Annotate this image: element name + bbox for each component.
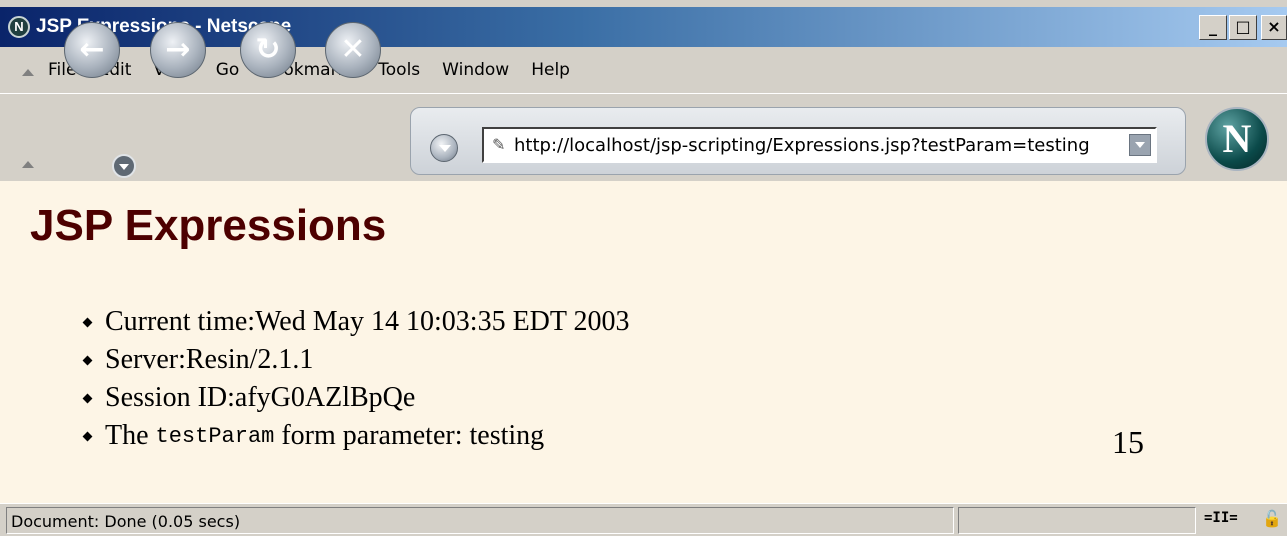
bullet-icon: [82, 393, 93, 403]
address-field[interactable]: ✎ http://localhost/jsp-scripting/Express…: [482, 127, 1157, 163]
item-label: Session ID:: [105, 382, 235, 413]
list-item: Server: Resin/2.1.1: [82, 341, 630, 379]
bullet-icon: [82, 317, 93, 327]
forward-button[interactable]: →: [150, 22, 206, 78]
item-code: testParam: [155, 423, 275, 449]
menu-window[interactable]: Window: [442, 60, 509, 80]
stop-button[interactable]: ✕: [325, 22, 381, 78]
page-proxy-icon[interactable]: ✎: [492, 135, 505, 154]
bullet-icon: [82, 431, 93, 441]
item-value: Resin/2.1.1: [185, 344, 314, 375]
menu-items: File Edit View Go Bookmarks Tools Window…: [48, 60, 570, 80]
status-pane: [958, 507, 1196, 534]
menu-go[interactable]: Go: [216, 60, 240, 80]
list-item: Session ID: afyG0AZlBpQe: [82, 379, 630, 417]
back-button[interactable]: ←: [64, 22, 120, 78]
menubar-grip-icon[interactable]: [22, 69, 34, 76]
back-arrow-icon: ←: [79, 32, 105, 67]
netscape-app-icon: N: [8, 16, 30, 38]
item-label: The: [105, 420, 156, 451]
reload-button[interactable]: ↻: [240, 22, 296, 78]
maximize-button[interactable]: □: [1229, 15, 1257, 40]
status-text: Document: Done (0.05 secs): [6, 507, 954, 534]
status-bar: Document: Done (0.05 secs) =II= 🔓: [0, 503, 1287, 536]
toolbar-grip-icon[interactable]: [22, 161, 34, 168]
close-button[interactable]: ×: [1261, 15, 1287, 40]
item-suffix: form parameter:: [274, 420, 470, 451]
bullet-icon: [82, 355, 93, 365]
connection-icon[interactable]: =II=: [1204, 510, 1256, 530]
browser-window: N JSP Expressions - Netscape _ □ × File …: [0, 0, 1287, 536]
address-dropdown-icon[interactable]: [1129, 134, 1151, 156]
page-heading: JSP Expressions: [30, 201, 387, 250]
item-value: testing: [469, 420, 545, 451]
item-value: Wed May 14 10:03:35 EDT 2003: [255, 306, 630, 337]
menu-help[interactable]: Help: [531, 60, 570, 80]
netscape-logo-icon[interactable]: N: [1205, 107, 1269, 171]
minimize-button[interactable]: _: [1199, 15, 1227, 40]
reload-icon: ↻: [255, 32, 281, 67]
menu-tools[interactable]: Tools: [378, 60, 420, 80]
list-item: The testParam form parameter: testing: [82, 417, 630, 455]
forward-arrow-icon: →: [165, 32, 191, 67]
list-item: Current time: Wed May 14 10:03:35 EDT 20…: [82, 303, 630, 341]
item-value: afyG0AZlBpQe: [234, 382, 416, 413]
page-number: 15: [1112, 424, 1144, 460]
item-label: Server:: [105, 344, 186, 375]
info-list: Current time: Wed May 14 10:03:35 EDT 20…: [82, 303, 630, 455]
item-label: Current time:: [105, 306, 256, 337]
address-text[interactable]: http://localhost/jsp-scripting/Expressio…: [514, 135, 1090, 156]
stop-icon: ✕: [340, 32, 366, 67]
address-history-button[interactable]: [430, 134, 458, 162]
back-history-dropdown-icon[interactable]: [112, 154, 136, 178]
lock-icon[interactable]: 🔓: [1262, 509, 1284, 531]
page-content: JSP Expressions Current time: Wed May 14…: [0, 181, 1287, 503]
